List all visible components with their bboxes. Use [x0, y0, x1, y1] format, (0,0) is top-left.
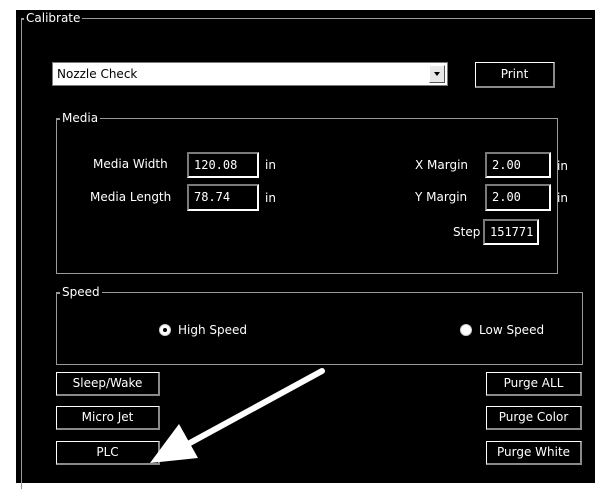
- chevron-down-icon[interactable]: [429, 65, 445, 83]
- high-speed-radio[interactable]: High Speed: [159, 323, 279, 339]
- plc-label: PLC: [96, 445, 119, 459]
- print-button[interactable]: Print: [475, 62, 555, 88]
- sleep-wake-button[interactable]: Sleep/Wake: [56, 372, 160, 396]
- purge-all-button[interactable]: Purge ALL: [486, 372, 582, 396]
- media-width-label: Media Width: [93, 157, 168, 171]
- purge-white-label: Purge White: [496, 445, 571, 459]
- radio-unselected-icon: [460, 324, 472, 336]
- media-group-title: Media: [60, 111, 101, 125]
- purge-color-button[interactable]: Purge Color: [486, 406, 582, 430]
- media-length-field[interactable]: 78.74: [187, 184, 259, 211]
- purge-all-label: Purge ALL: [503, 376, 564, 390]
- x-margin-label: X Margin: [415, 158, 469, 172]
- media-group: Media Media Width 120.08 in Media Length…: [56, 111, 568, 274]
- sleep-wake-label: Sleep/Wake: [72, 376, 143, 390]
- step-label: Step: [453, 225, 481, 239]
- high-speed-label: High Speed: [178, 323, 248, 337]
- media-length-label: Media Length: [90, 190, 172, 204]
- low-speed-radio[interactable]: Low Speed: [460, 323, 570, 339]
- purge-white-button[interactable]: Purge White: [486, 441, 582, 465]
- media-width-field[interactable]: 120.08: [187, 152, 259, 178]
- media-length-unit: in: [265, 191, 276, 205]
- pattern-select-value: Nozzle Check: [57, 67, 138, 81]
- micro-jet-label: Micro Jet: [81, 410, 134, 424]
- x-margin-unit: in: [557, 159, 568, 173]
- media-width-unit: in: [265, 158, 276, 172]
- y-margin-field[interactable]: 2.00: [485, 184, 551, 211]
- speed-group-title: Speed: [60, 285, 102, 299]
- plc-button[interactable]: PLC: [56, 441, 160, 465]
- y-margin-label: Y Margin: [415, 190, 468, 204]
- y-margin-unit: in: [557, 191, 568, 205]
- purge-color-label: Purge Color: [498, 410, 569, 424]
- calibrate-panel: Calibrate Nozzle Check Print Media Media…: [16, 10, 595, 489]
- step-field[interactable]: 151771: [483, 219, 539, 245]
- low-speed-label: Low Speed: [479, 323, 545, 337]
- print-button-label: Print: [500, 67, 529, 81]
- radio-selected-icon: [159, 324, 171, 336]
- speed-group: Speed High Speed Low Speed: [56, 285, 583, 365]
- calibrate-group-title: Calibrate: [24, 11, 83, 25]
- x-margin-field[interactable]: 2.00: [485, 152, 551, 178]
- micro-jet-button[interactable]: Micro Jet: [56, 406, 160, 430]
- pattern-select[interactable]: Nozzle Check: [52, 62, 448, 86]
